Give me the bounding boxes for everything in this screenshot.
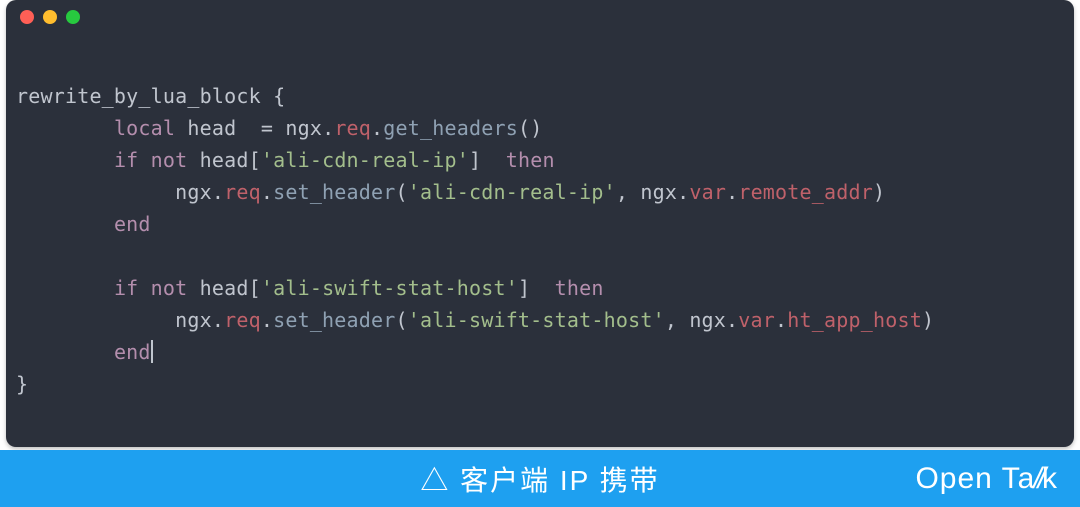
brand-logo: Open Ta//k <box>915 450 1058 507</box>
code-line: local head = ngx.req.get_headers() <box>16 112 1064 144</box>
code-token: . <box>322 116 334 140</box>
code-token: set_header <box>273 180 395 204</box>
code-token: get_headers <box>383 116 518 140</box>
code-token: , <box>616 180 640 204</box>
code-token: . <box>677 180 689 204</box>
code-token: . <box>726 180 738 204</box>
code-line: end <box>16 336 1064 368</box>
code-line <box>16 240 1064 272</box>
code-token: ngx <box>640 180 677 204</box>
code-token <box>138 148 150 172</box>
code-editor[interactable]: rewrite_by_lua_block { local head = ngx.… <box>6 34 1074 410</box>
code-token: head <box>187 148 248 172</box>
code-token: ] <box>469 148 481 172</box>
code-token: 'ali-swift-stat-host' <box>261 276 518 300</box>
code-token: . <box>775 308 787 332</box>
code-token: . <box>261 308 273 332</box>
code-token: then <box>555 276 604 300</box>
code-line: end <box>16 208 1064 240</box>
code-token: not <box>151 276 188 300</box>
code-token: remote_addr <box>738 180 873 204</box>
code-token <box>16 212 114 236</box>
code-token: , <box>665 308 689 332</box>
code-token: } <box>16 372 28 396</box>
code-token <box>16 276 114 300</box>
code-token <box>16 244 28 268</box>
code-token: [ <box>249 276 261 300</box>
code-token: 'ali-swift-stat-host' <box>408 308 665 332</box>
code-token: not <box>151 148 188 172</box>
code-token <box>138 276 150 300</box>
code-token <box>530 276 554 300</box>
brand-slash-icon: // <box>1033 462 1042 496</box>
code-line: } <box>16 368 1064 400</box>
code-token: var <box>738 308 775 332</box>
code-line: ngx.req.set_header('ali-cdn-real-ip', ng… <box>16 176 1064 208</box>
code-token <box>16 340 114 364</box>
close-icon[interactable] <box>20 10 34 24</box>
code-token: ] <box>518 276 530 300</box>
code-token: ngx <box>16 308 212 332</box>
code-token: . <box>212 308 224 332</box>
code-token: ) <box>873 180 885 204</box>
code-token: end <box>114 340 151 364</box>
zoom-icon[interactable] <box>66 10 80 24</box>
text-cursor <box>151 340 153 363</box>
code-token: set_header <box>273 308 395 332</box>
code-token <box>16 148 114 172</box>
code-token: local <box>114 116 175 140</box>
code-line: rewrite_by_lua_block { <box>16 80 1064 112</box>
caption-text: 客户端 IP 携带 <box>460 465 660 496</box>
code-token: req <box>224 308 261 332</box>
code-token: [ <box>249 148 261 172</box>
code-token: head <box>187 276 248 300</box>
window-titlebar <box>6 0 1074 34</box>
code-token: if <box>114 276 138 300</box>
code-token: . <box>371 116 383 140</box>
code-token: ( <box>396 308 408 332</box>
minimize-icon[interactable] <box>43 10 57 24</box>
code-token: end <box>114 212 151 236</box>
code-token: rewrite_by_lua_block <box>16 84 273 108</box>
code-token <box>481 148 505 172</box>
code-token: = <box>261 116 273 140</box>
code-token <box>16 116 114 140</box>
code-token: req <box>334 116 371 140</box>
code-token: ngx <box>273 116 322 140</box>
code-token: ht_app_host <box>787 308 922 332</box>
code-token: if <box>114 148 138 172</box>
code-token: var <box>689 180 726 204</box>
code-token: 'ali-cdn-real-ip' <box>261 148 469 172</box>
code-token: ngx <box>689 308 726 332</box>
code-token: . <box>212 180 224 204</box>
brand-main: Open Ta <box>915 462 1035 496</box>
code-line: if not head['ali-cdn-real-ip'] then <box>16 144 1064 176</box>
code-token: head <box>175 116 261 140</box>
brand-tail: k <box>1042 462 1058 496</box>
code-token: . <box>261 180 273 204</box>
code-token: ( <box>396 180 408 204</box>
code-token: then <box>506 148 555 172</box>
code-token: ) <box>922 308 934 332</box>
code-token: ngx <box>16 180 212 204</box>
code-token: () <box>518 116 542 140</box>
code-token: req <box>224 180 261 204</box>
code-window: rewrite_by_lua_block { local head = ngx.… <box>6 0 1074 447</box>
slide-footer: △ 客户端 IP 携带 Open Ta//k <box>0 450 1080 507</box>
code-token: { <box>273 84 285 108</box>
code-token: . <box>726 308 738 332</box>
caption-marker: △ <box>420 465 460 496</box>
code-line: if not head['ali-swift-stat-host'] then <box>16 272 1064 304</box>
code-line: ngx.req.set_header('ali-swift-stat-host'… <box>16 304 1064 336</box>
code-token: 'ali-cdn-real-ip' <box>408 180 616 204</box>
